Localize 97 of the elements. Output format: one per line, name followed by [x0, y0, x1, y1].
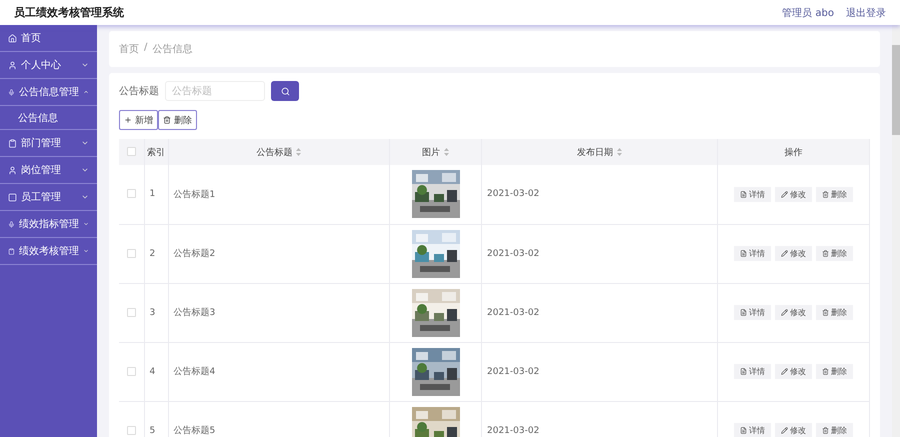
breadcrumb-item: 公告信息	[152, 42, 192, 56]
checkbox[interactable]	[126, 147, 136, 156]
column-header[interactable]: 发布日期	[577, 148, 613, 158]
chevron-down-icon	[81, 61, 89, 69]
pencil-icon	[781, 190, 788, 198]
column-header[interactable]: 公告标题	[256, 148, 292, 158]
column-header: 操作	[784, 148, 802, 158]
pencil-icon	[781, 427, 788, 434]
sidebar-item[interactable]: 公告信息管理	[0, 79, 97, 106]
chevron-down-icon	[82, 247, 89, 255]
document-icon	[740, 368, 747, 375]
sort-icon[interactable]	[617, 148, 622, 156]
chevron-down-icon	[81, 139, 89, 147]
pencil-icon	[781, 309, 788, 316]
search-field[interactable]: 公告标题	[165, 81, 265, 101]
edit-button[interactable]: 修改	[775, 364, 812, 379]
delete-button[interactable]: 删除	[816, 305, 853, 320]
delete-button[interactable]: 删除	[158, 110, 197, 130]
sort-icon[interactable]	[296, 148, 302, 156]
details-button[interactable]: 详情	[734, 423, 771, 437]
chevron-up-icon	[82, 88, 89, 96]
sidebar-item[interactable]: 绩效指标管理	[0, 211, 97, 238]
breadcrumb-separator: /	[144, 42, 148, 55]
table-cell: 2021-03-02	[487, 248, 540, 258]
sidebar-item[interactable]: 个人中心	[0, 52, 97, 79]
home-icon	[8, 34, 17, 42]
details-button[interactable]: 详情	[734, 186, 771, 202]
edit-button[interactable]: 修改	[775, 186, 812, 202]
checkbox[interactable]	[126, 189, 136, 198]
scrollbar[interactable]	[892, 25, 900, 437]
table-cell: 4	[150, 366, 156, 376]
document-icon	[740, 309, 747, 316]
trash-icon	[822, 427, 829, 434]
table-cell: 3	[150, 308, 156, 318]
table-cell: 2	[150, 248, 156, 258]
plus-icon	[124, 116, 132, 124]
microphone-icon	[8, 88, 15, 96]
sidebar-item[interactable]: 首页	[0, 25, 97, 52]
sidebar-item[interactable]: 员工管理	[0, 184, 97, 211]
logout-link[interactable]: 退出登录	[846, 6, 886, 20]
search-button[interactable]	[271, 81, 299, 101]
document-icon	[740, 190, 747, 198]
trash-icon	[822, 368, 829, 375]
table-cell: 2021-03-02	[487, 426, 540, 436]
sidebar-item[interactable]: 绩效考核管理	[0, 238, 97, 265]
table-cell: 2021-03-02	[487, 366, 540, 376]
trash-icon	[822, 190, 829, 198]
table-cell: 公告标题3	[174, 308, 216, 318]
sidebar-item[interactable]: 岗位管理	[0, 157, 97, 184]
document-icon	[740, 250, 747, 257]
table-cell: 5	[150, 426, 156, 436]
details-button[interactable]: 详情	[734, 305, 771, 320]
delete-button[interactable]: 删除	[816, 246, 853, 261]
checkbox[interactable]	[126, 308, 136, 317]
sidebar-subitem[interactable]: 公告信息	[0, 106, 97, 130]
table-cell: 公告标题4	[174, 367, 216, 377]
table-cell: 2021-03-02	[487, 308, 540, 318]
edit-button[interactable]: 修改	[775, 305, 812, 320]
chevron-down-icon	[81, 193, 89, 201]
checkbox[interactable]	[126, 426, 136, 435]
delete-button[interactable]: 删除	[816, 186, 853, 202]
document-icon	[740, 427, 747, 434]
pencil-icon	[781, 250, 788, 257]
checkbox[interactable]	[126, 366, 136, 376]
edit-button[interactable]: 修改	[775, 246, 812, 261]
table-cell: 公告标题1	[174, 190, 216, 200]
table-cell: 2021-03-02	[487, 189, 540, 200]
clipboard-icon	[8, 246, 15, 256]
column-header: 索引	[147, 148, 165, 158]
chevron-down-icon	[81, 166, 89, 174]
search-label: 公告标题	[119, 84, 159, 98]
delete-button[interactable]: 删除	[816, 364, 853, 379]
edit-button[interactable]: 修改	[775, 423, 812, 437]
microphone-icon	[8, 220, 15, 228]
details-button[interactable]: 详情	[734, 364, 771, 379]
table-cell: 公告标题5	[174, 426, 216, 436]
user-label: 管理员 abo	[782, 6, 834, 20]
delete-button[interactable]: 删除	[816, 423, 853, 437]
clipboard-icon	[8, 138, 17, 148]
sort-icon[interactable]	[444, 148, 449, 156]
person-icon	[8, 166, 17, 174]
table-cell: 1	[150, 189, 156, 200]
search-icon	[280, 86, 290, 96]
checkbox[interactable]	[126, 248, 136, 258]
trash-icon	[163, 116, 171, 124]
trash-icon	[822, 250, 829, 257]
person-icon	[8, 60, 17, 70]
column-header[interactable]: 图片	[422, 148, 440, 158]
sidebar-item[interactable]: 部门管理	[0, 130, 97, 157]
add-button[interactable]: 新增	[119, 110, 158, 130]
table-cell: 公告标题2	[174, 249, 216, 259]
details-button[interactable]: 详情	[734, 246, 771, 261]
trash-icon	[822, 309, 829, 316]
pencil-icon	[781, 368, 788, 375]
chevron-down-icon	[82, 220, 89, 228]
app-title: 员工绩效考核管理系统	[14, 5, 124, 20]
square-icon	[8, 192, 17, 202]
